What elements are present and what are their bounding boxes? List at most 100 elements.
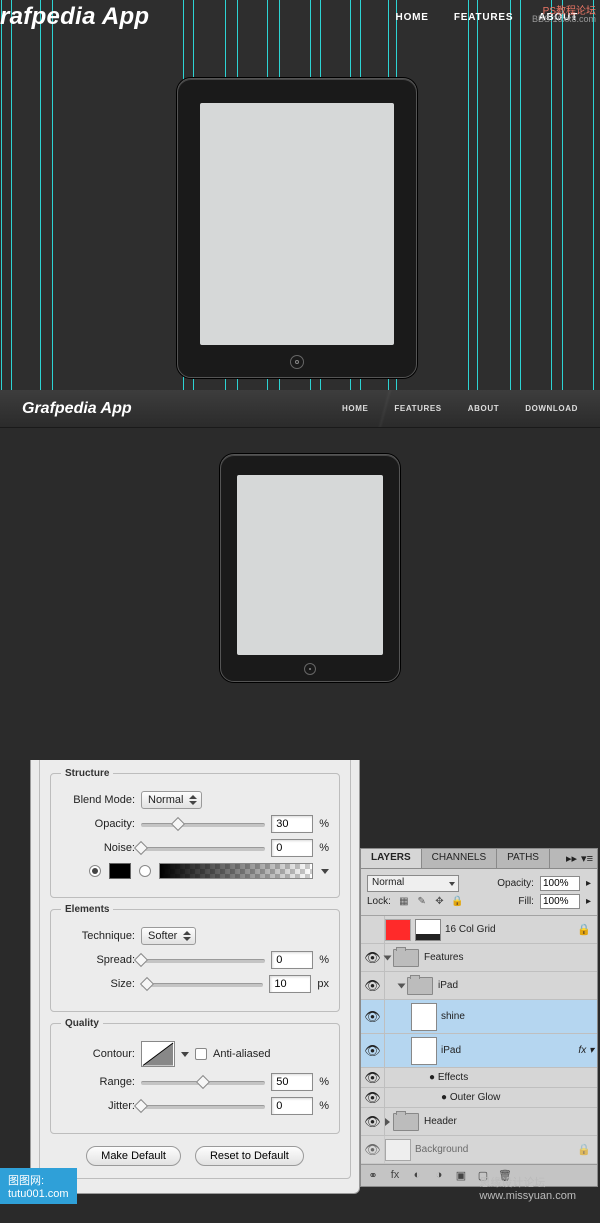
glow-gradient-bar[interactable] [159, 863, 313, 879]
site-logo: rafpedia App [0, 3, 149, 31]
site-logo-2: Grafpedia App [22, 400, 132, 418]
folder-icon [407, 977, 433, 995]
nav-features[interactable]: FEATURES [454, 12, 514, 23]
spread-unit: % [319, 954, 329, 966]
noise-input[interactable] [271, 839, 313, 857]
lock-label: Lock: [367, 896, 391, 907]
fx-badge[interactable]: fx ▾ [578, 1045, 594, 1056]
color-solid-radio[interactable] [89, 865, 101, 877]
contour-label: Contour: [61, 1048, 135, 1060]
fill-slider-icon[interactable]: ▸ [586, 896, 591, 907]
color-gradient-radio[interactable] [139, 865, 151, 877]
size-unit: px [317, 978, 329, 990]
layer-row[interactable]: 👁 ● Outer Glow [361, 1088, 597, 1108]
preview-with-guides: rafpedia App HOME FEATURES ABOUT PS教程论坛 … [0, 0, 600, 390]
folder-icon [393, 1113, 419, 1131]
layer-row[interactable]: 👁 shine [361, 1000, 597, 1034]
effect-bullet: ● [441, 1092, 450, 1103]
layers-panel: LAYERS CHANNELS PATHS ▸▸▾≡ Normal Opacit… [360, 848, 598, 1187]
lock-pixels-icon[interactable]: ✎ [415, 895, 429, 909]
make-default-button[interactable]: Make Default [86, 1146, 181, 1166]
range-input[interactable] [271, 1073, 313, 1091]
panel-opacity-label: Opacity: [497, 878, 534, 889]
contour-dropdown-icon[interactable] [181, 1052, 189, 1057]
lock-position-icon[interactable]: ✥ [432, 895, 446, 909]
opacity-slider[interactable] [141, 817, 265, 831]
disclosure-icon[interactable] [398, 983, 406, 988]
jitter-input[interactable] [271, 1097, 313, 1115]
technique-label: Technique: [61, 930, 135, 942]
nav2-download[interactable]: DOWNLOAD [525, 404, 578, 413]
noise-slider[interactable] [141, 841, 265, 855]
anti-aliased-checkbox[interactable] [195, 1048, 207, 1060]
layer-style-dialog: Outer Glow Structure Blend Mode: Normal … [30, 740, 360, 1194]
nav2-home[interactable]: HOME [342, 404, 368, 413]
visibility-toggle[interactable]: 👁 [361, 1136, 385, 1163]
visibility-toggle[interactable]: 👁 [361, 944, 385, 971]
visibility-toggle[interactable]: 👁 [361, 1000, 385, 1033]
layer-row[interactable]: 👁 iPad [361, 972, 597, 1000]
ipad-illustration-2 [220, 454, 400, 682]
range-slider[interactable] [141, 1075, 265, 1089]
spread-input[interactable] [271, 951, 313, 969]
preview-clean: Grafpedia App HOME FEATURES ABOUT DOWNLO… [0, 390, 600, 760]
layer-row[interactable]: 👁 iPad fx ▾ [361, 1034, 597, 1068]
panel-collapse-icon[interactable]: ▸▸ [566, 852, 577, 865]
nav2-features[interactable]: FEATURES [394, 404, 441, 413]
visibility-toggle[interactable]: 👁 [361, 1034, 385, 1067]
visibility-toggle[interactable]: 👁 [361, 1088, 385, 1107]
tab-layers[interactable]: LAYERS [361, 849, 422, 868]
technique-select[interactable]: Softer [141, 927, 196, 945]
home-button-icon-2 [304, 663, 316, 675]
spread-slider[interactable] [141, 953, 265, 967]
layer-name: Background [415, 1144, 468, 1155]
disclosure-icon[interactable] [384, 955, 392, 960]
effects-bullet: ● [429, 1072, 438, 1083]
panel-menu-icon[interactable]: ▾≡ [581, 852, 593, 865]
lock-all-icon[interactable]: 🔒 [450, 895, 464, 909]
tab-paths[interactable]: PATHS [497, 849, 550, 868]
noise-label: Noise: [61, 842, 135, 854]
site-header-2: Grafpedia App HOME FEATURES ABOUT DOWNLO… [0, 390, 600, 428]
gradient-dropdown-icon[interactable] [321, 869, 329, 874]
disclosure-icon[interactable] [385, 1118, 390, 1126]
tab-channels[interactable]: CHANNELS [422, 849, 497, 868]
jitter-unit: % [319, 1100, 329, 1112]
visibility-toggle[interactable]: 👁 [361, 916, 385, 943]
visibility-toggle[interactable]: 👁 [361, 1068, 385, 1087]
layer-name: iPad [441, 1045, 461, 1056]
range-unit: % [319, 1076, 329, 1088]
visibility-toggle[interactable]: 👁 [361, 972, 385, 999]
reset-default-button[interactable]: Reset to Default [195, 1146, 304, 1166]
folder-icon [393, 949, 419, 967]
noise-unit: % [319, 842, 329, 854]
glow-color-swatch[interactable] [109, 863, 131, 879]
jitter-slider[interactable] [141, 1099, 265, 1113]
opacity-slider-icon[interactable]: ▸ [586, 878, 591, 889]
layer-row[interactable]: 👁 Background 🔒 [361, 1136, 597, 1164]
panel-opacity-input[interactable] [540, 876, 580, 891]
size-slider[interactable] [141, 977, 263, 991]
size-input[interactable] [269, 975, 311, 993]
layer-row[interactable]: 👁 16 Col Grid 🔒 [361, 916, 597, 944]
nav-home[interactable]: HOME [396, 12, 429, 23]
layer-row[interactable]: 👁 ● Effects [361, 1068, 597, 1088]
layer-name: Outer Glow [450, 1092, 501, 1103]
layer-row[interactable]: 👁 Features [361, 944, 597, 972]
visibility-toggle[interactable]: 👁 [361, 1108, 385, 1135]
layer-name: Features [424, 952, 463, 963]
blend-mode-label: Blend Mode: [61, 794, 135, 806]
lock-transparency-icon[interactable]: ▦ [397, 895, 411, 909]
nav2-about[interactable]: ABOUT [468, 404, 499, 413]
fill-input[interactable] [540, 894, 580, 909]
blend-mode-select[interactable]: Normal [141, 791, 202, 809]
elements-legend: Elements [61, 904, 113, 915]
layer-name: iPad [438, 980, 458, 991]
watermark-left: 图图网: tutu001.com [0, 1168, 77, 1204]
opacity-input[interactable] [271, 815, 313, 833]
shape-thumb [411, 1037, 437, 1065]
lock-icon: 🔒 [577, 1143, 591, 1156]
blend-mode-select[interactable]: Normal [367, 875, 459, 892]
contour-thumbnail[interactable] [141, 1041, 175, 1067]
layer-row[interactable]: 👁 Header [361, 1108, 597, 1136]
